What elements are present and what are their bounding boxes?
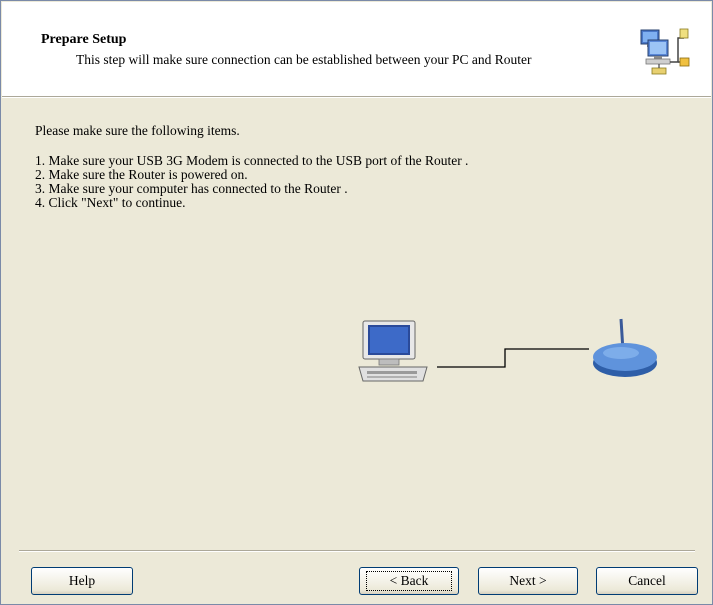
computer-icon — [358, 320, 428, 382]
page-title: Prepare Setup — [41, 32, 127, 47]
wizard-header: Prepare Setup This step will make sure c… — [2, 2, 711, 97]
instructions-intro: Please make sure the following items. — [35, 123, 240, 138]
setup-wizard-dialog: Prepare Setup This step will make sure c… — [0, 0, 713, 605]
network-cable — [437, 348, 589, 368]
list-item: 3. Make sure your computer has connected… — [35, 181, 348, 196]
header-divider — [2, 97, 711, 98]
network-setup-icon — [638, 26, 690, 76]
cancel-button[interactable]: Cancel — [596, 567, 698, 595]
page-description: This step will make sure connection can … — [76, 52, 532, 67]
back-button-label: < Back — [366, 571, 452, 591]
connection-diagram — [357, 315, 667, 395]
help-button[interactable]: Help — [31, 567, 133, 595]
requirements-list: 1. Make sure your USB 3G Modem is connec… — [35, 154, 468, 210]
list-item: 1. Make sure your USB 3G Modem is connec… — [35, 153, 469, 168]
list-item: 2. Make sure the Router is powered on. — [35, 167, 248, 182]
list-item: 4. Click "Next" to continue. — [35, 195, 186, 210]
footer-divider — [19, 550, 695, 552]
next-button[interactable]: Next > — [478, 567, 578, 595]
router-icon — [593, 318, 657, 377]
back-button[interactable]: < Back — [359, 567, 459, 595]
